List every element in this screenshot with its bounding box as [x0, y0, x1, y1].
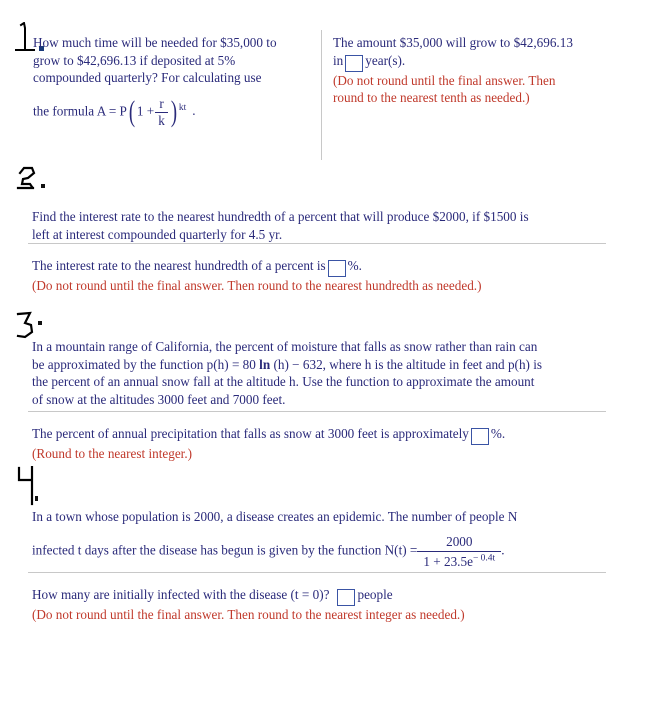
q4-answer-prefix: How many are initially infected with the…: [32, 587, 330, 602]
q3-answer-line: The percent of annual precipitation that…: [32, 425, 632, 445]
q1-formula: the formula A = P(1 + r k) kt.: [33, 95, 305, 129]
question-2-answer-block: The interest rate to the nearest hundred…: [32, 257, 632, 295]
q4-note-line-1: (Do not round until the final answer. Th…: [32, 607, 465, 622]
question-2-prompt: Find the interest rate to the nearest hu…: [32, 208, 617, 243]
q4-formula-tail: .: [501, 542, 505, 558]
question-marker-2: [14, 166, 58, 198]
q1-answer-line-1: The amount $35,000 will grow to $42,696.…: [333, 35, 573, 50]
q1-fraction: rk: [155, 95, 168, 128]
q4-fraction-denominator: 1 + 23.5e− 0.4t: [417, 550, 502, 569]
q4-den-base: 1 + 23.5e: [423, 553, 473, 569]
q3-line-2a: be approximated by the function p(h) = 8…: [32, 356, 260, 372]
q3-note-line-1: (Round to the nearest integer.): [32, 446, 193, 461]
right-paren-icon: ): [170, 95, 177, 129]
worksheet-page: How much time will be needed for $35,000…: [0, 0, 661, 724]
q1-formula-one: 1 +: [136, 103, 155, 119]
q1-formula-tail: .: [192, 103, 196, 119]
q1-line-1: How much time will be needed for $35,000…: [33, 35, 277, 50]
question-3-answer-block: The percent of annual precipitation that…: [32, 425, 632, 463]
q4-answer-suffix: people: [357, 587, 393, 602]
question-4-answer-block: How many are initially infected with the…: [32, 586, 632, 624]
q1-fraction-numerator: r: [159, 95, 164, 111]
left-paren-icon: (: [128, 95, 135, 129]
q4-fraction-numerator: 2000: [446, 533, 473, 549]
q4-line-2: infected t days after the disease has be…: [32, 534, 622, 569]
q1-answer-prefix: in: [333, 52, 344, 68]
q1-column-divider: [321, 30, 322, 160]
q3-answer-suffix: %.: [490, 426, 506, 441]
q2-answer-input[interactable]: [327, 260, 346, 277]
q2-line-2: left at interest compounded quarterly fo…: [32, 226, 283, 242]
q4-line-1: In a town whose population is 2000, a di…: [32, 509, 518, 524]
q3-divider: [28, 411, 606, 412]
q2-line-1: Find the interest rate to the nearest hu…: [32, 209, 529, 224]
question-4-prompt: In a town whose population is 2000, a di…: [32, 508, 622, 569]
q3-line-1: In a mountain range of California, the p…: [32, 339, 538, 354]
q1-answer-unit: year(s).: [365, 52, 406, 68]
q1-note-line-1: (Do not round until the final answer. Th…: [333, 72, 556, 88]
q2-note-line-1: (Do not round until the final answer. Th…: [32, 278, 482, 293]
q1-formula-exponent: kt: [178, 102, 187, 113]
question-1-prompt: How much time will be needed for $35,000…: [33, 34, 305, 128]
q3-line-2: be approximated by the function p(h) = 8…: [32, 356, 622, 374]
q1-line-3: compounded quarterly? For calculating us…: [33, 70, 262, 86]
q1-line-2: grow to $42,696.13 if deposited at 5%: [33, 52, 236, 68]
q4-answer-input[interactable]: [337, 589, 356, 606]
q2-divider: [28, 243, 606, 244]
q4-den-exponent: − 0.4t: [472, 553, 496, 564]
q1-note-line-2: round to the nearest tenth as needed.): [333, 90, 530, 106]
question-3-prompt: In a mountain range of California, the p…: [32, 338, 622, 408]
q4-formula-lead: infected t days after the disease has be…: [32, 542, 418, 558]
q4-divider: [28, 572, 606, 573]
q4-fraction: 2000 1 + 23.5e− 0.4t: [417, 533, 502, 569]
question-1-answer-block: The amount $35,000 will grow to $42,696.…: [333, 34, 633, 107]
q2-answer-line: The interest rate to the nearest hundred…: [32, 257, 632, 277]
q2-answer-prefix: The interest rate to the nearest hundred…: [32, 258, 326, 273]
q3-answer-input[interactable]: [470, 428, 489, 445]
q1-fraction-denominator: k: [155, 111, 168, 128]
q1-formula-lead: the formula A = P: [33, 103, 127, 119]
q3-line-2b: (h) − 632, where h is the altitude in fe…: [270, 356, 543, 372]
q1-answer-input[interactable]: [345, 54, 364, 72]
question-marker-4: [14, 466, 58, 510]
q2-answer-suffix: %.: [347, 258, 362, 273]
q1-answer-line-2: in year(s).: [333, 52, 633, 72]
q3-line-4: of snow at the altitudes 3000 feet and 7…: [32, 391, 286, 407]
q3-line-3: the percent of an annual snow fall at th…: [32, 374, 535, 390]
q4-answer-line: How many are initially infected with the…: [32, 586, 632, 606]
q3-ln-symbol: ln: [259, 356, 271, 372]
q3-answer-prefix: The percent of annual precipitation that…: [32, 426, 469, 441]
